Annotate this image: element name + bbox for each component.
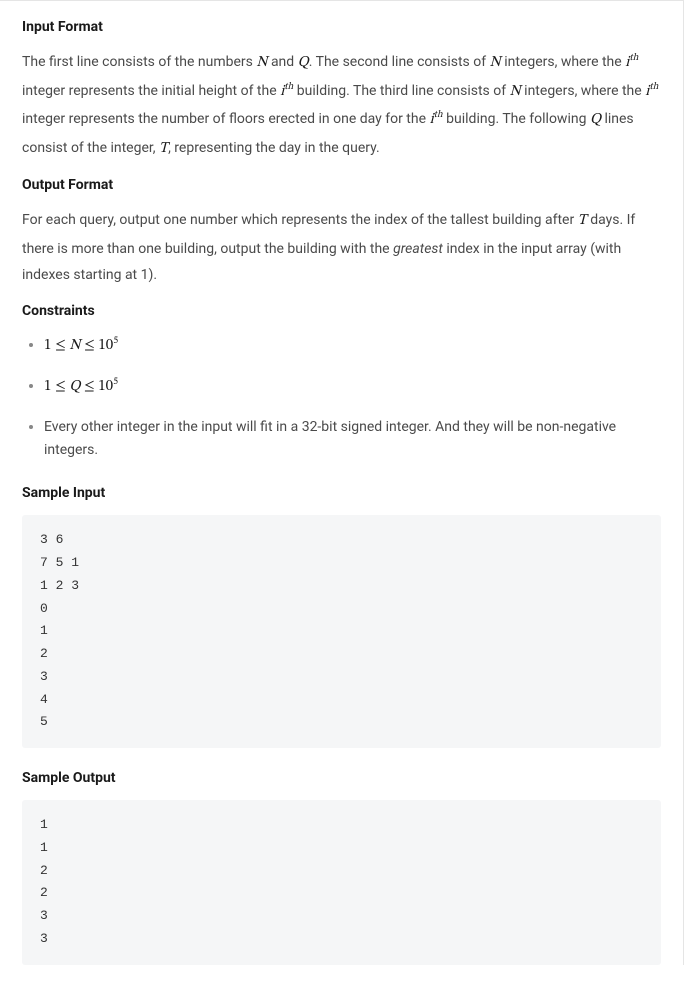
text: , representing the day in the query. xyxy=(168,140,380,156)
constraint-item: Every other integer in the input will fi… xyxy=(44,416,661,464)
math-constraint-Q: 1 ≤ Q ≤ 105 xyxy=(44,379,118,394)
math-ith: ith xyxy=(625,55,638,70)
math-Q: Q xyxy=(590,112,601,127)
math-ith: ith xyxy=(429,112,442,127)
text: and xyxy=(267,54,297,70)
math-N: N xyxy=(256,55,267,70)
input-format-body: The first line consists of the numbers N… xyxy=(22,49,661,163)
sample-input-code: 3 6 7 5 1 1 2 3 0 1 2 3 4 5 xyxy=(22,515,661,748)
math-T: T xyxy=(159,141,168,156)
text: integers, where the xyxy=(521,83,645,99)
math-constraint-N: 1 ≤ N ≤ 105 xyxy=(44,338,118,353)
sample-output-code: 1 1 2 2 3 3 xyxy=(22,800,661,965)
math-Q: Q xyxy=(298,55,309,70)
text: building. The third line consists of xyxy=(293,83,509,99)
sample-input-heading: Sample Input xyxy=(22,485,661,501)
text: integers, where the xyxy=(501,54,625,70)
constraints-heading: Constraints xyxy=(22,303,661,319)
math-ith: ith xyxy=(645,84,658,99)
constraint-item: 1 ≤ Q ≤ 105 xyxy=(44,374,661,400)
output-format-heading: Output Format xyxy=(22,177,661,193)
math-N: N xyxy=(490,55,501,70)
text: The first line consists of the numbers xyxy=(22,54,256,70)
constraints-list: 1 ≤ N ≤ 105 1 ≤ Q ≤ 105 Every other inte… xyxy=(22,333,661,464)
math-T: T xyxy=(578,213,587,228)
math-N: N xyxy=(510,84,521,99)
text: building. The following xyxy=(443,111,590,127)
problem-statement: Input Format The first line consists of … xyxy=(0,0,684,965)
text: integer represents the number of floors … xyxy=(22,111,429,127)
emphasis-greatest: greatest xyxy=(393,241,443,257)
constraint-item: 1 ≤ N ≤ 105 xyxy=(44,333,661,359)
text: For each query, output one number which … xyxy=(22,212,578,228)
math-ith: ith xyxy=(280,84,293,99)
sample-output-heading: Sample Output xyxy=(22,770,661,786)
output-format-body: For each query, output one number which … xyxy=(22,207,661,289)
text: integer represents the initial height of… xyxy=(22,83,280,99)
text: . The second line consists of xyxy=(309,54,490,70)
input-format-heading: Input Format xyxy=(22,19,661,35)
